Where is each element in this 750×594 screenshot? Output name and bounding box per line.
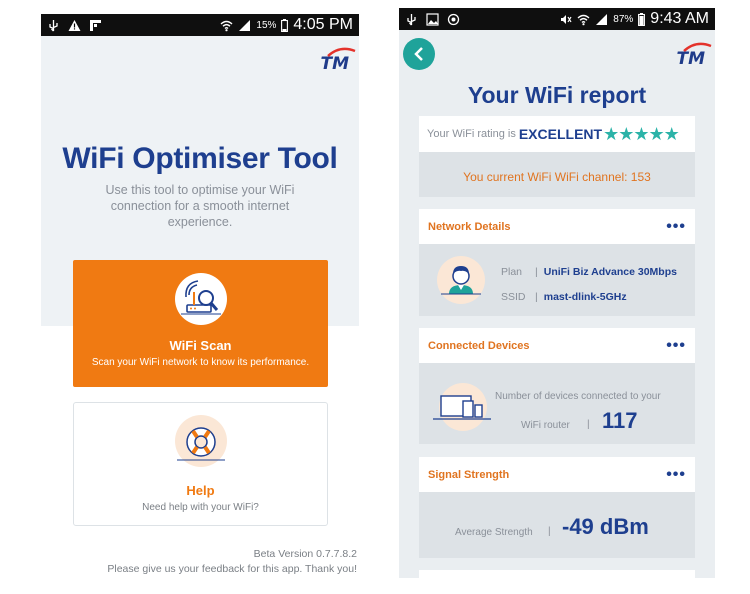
battery-icon <box>281 18 289 32</box>
more-options-icon[interactable]: ••• <box>666 466 686 484</box>
connected-devices-card: Connected Devices ••• Number of devices … <box>419 328 695 444</box>
page-title: WiFi Optimiser Tool <box>62 142 338 175</box>
rating-row: Your WiFi rating is EXCELLENT ★★★★★ <box>419 116 695 152</box>
logo-swoosh-icon <box>683 42 712 52</box>
usb-icon <box>407 13 416 25</box>
wifi-scan-subtitle: Scan your WiFi network to know its perfo… <box>91 357 310 368</box>
logo-swoosh-icon <box>327 47 356 57</box>
version-label: Beta Version 0.7.7.8.2 <box>253 548 357 560</box>
rating-card: Your WiFi rating is EXCELLENT ★★★★★ You … <box>419 116 695 197</box>
plan-label: Plan <box>501 266 523 278</box>
signal-strength-card: Signal Strength ••• Average Strength | -… <box>419 457 695 558</box>
lifebuoy-icon <box>174 415 227 467</box>
plan-value: UniFi Biz Advance 30Mbps <box>543 266 677 278</box>
network-details-card: Network Details ••• Plan | UniFi Biz Advan… <box>419 209 695 316</box>
page-title: Your WiFi report <box>467 82 647 108</box>
separator: | <box>535 266 538 278</box>
next-card-peek <box>419 570 695 578</box>
clock: 9:43 AM <box>650 10 709 27</box>
signal-label: Average Strength <box>455 527 533 538</box>
devices-icon <box>433 383 491 431</box>
wifi-scan-title: WiFi Scan <box>169 338 232 353</box>
battery-icon <box>638 12 646 26</box>
tm-logo: TM <box>676 42 712 69</box>
mute-icon <box>561 14 572 24</box>
clock: 4:05 PM <box>293 16 353 33</box>
card-title: Signal Strength <box>428 468 510 481</box>
feedback-link[interactable]: Please give us your feedback for this ap… <box>107 563 357 575</box>
cell-signal-icon <box>239 19 251 31</box>
chevron-left-icon <box>414 47 423 61</box>
signal-value: -49 dBm <box>562 514 649 539</box>
wifi-optimiser-home-screen: 15% 4:05 PM TM WiFi Optimiser Tool Use t… <box>41 14 359 576</box>
devices-description: Number of devices connected to your <box>495 391 661 402</box>
card-title: Connected Devices <box>428 339 530 352</box>
wifi-scan-icon <box>174 273 227 325</box>
wifi-signal-icon <box>577 14 590 25</box>
card-header: Network Details ••• <box>419 209 695 244</box>
card-title: Network Details <box>428 220 511 233</box>
help-button[interactable]: Help Need help with your WiFi? <box>73 402 328 526</box>
cell-signal-icon <box>596 13 608 25</box>
app-icon <box>447 13 460 25</box>
separator: | <box>548 526 551 537</box>
rating-label: Your WiFi rating is <box>427 128 516 140</box>
more-options-icon[interactable]: ••• <box>666 218 686 236</box>
card-header: Connected Devices ••• <box>419 328 695 363</box>
notification-icon <box>90 19 101 31</box>
help-subtitle: Need help with your WiFi? <box>142 502 259 513</box>
tm-logo: TM <box>320 47 356 74</box>
image-icon <box>426 12 439 26</box>
page-description: Use this tool to optimise your WiFi conn… <box>105 183 295 229</box>
warning-icon <box>68 19 81 31</box>
rating-value: EXCELLENT <box>518 126 603 142</box>
devices-description-2: WiFi router <box>521 420 570 431</box>
wifi-report-screen: 87% 9:43 AM TM Your WiFi report Your WiF… <box>399 8 715 578</box>
device-count: 117 <box>602 408 638 433</box>
status-bar: 15% 4:05 PM <box>41 14 359 36</box>
usb-icon <box>49 19 58 31</box>
separator: | <box>535 291 538 303</box>
card-header: Signal Strength ••• <box>419 457 695 492</box>
separator: | <box>587 419 590 430</box>
plan-row: Plan | UniFi Biz Advance 30Mbps <box>501 266 677 278</box>
ssid-value: mast-dlink-5GHz <box>543 291 627 303</box>
ssid-row: SSID | mast-dlink-5GHz <box>501 291 627 303</box>
battery-percent: 15% <box>256 19 277 31</box>
wifi-signal-icon <box>220 20 233 31</box>
help-title: Help <box>186 483 215 498</box>
star-rating-icon: ★★★★★ <box>603 123 680 144</box>
user-avatar-icon <box>437 256 485 304</box>
more-options-icon[interactable]: ••• <box>666 337 686 355</box>
channel-text: You current WiFi WiFi channel: 153 <box>463 170 651 184</box>
wifi-scan-button[interactable]: WiFi Scan Scan your WiFi network to know… <box>73 260 328 387</box>
ssid-label: SSID <box>501 291 526 303</box>
battery-percent: 87% <box>613 13 634 25</box>
status-bar: 87% 9:43 AM <box>399 8 715 30</box>
back-button[interactable] <box>403 38 435 70</box>
